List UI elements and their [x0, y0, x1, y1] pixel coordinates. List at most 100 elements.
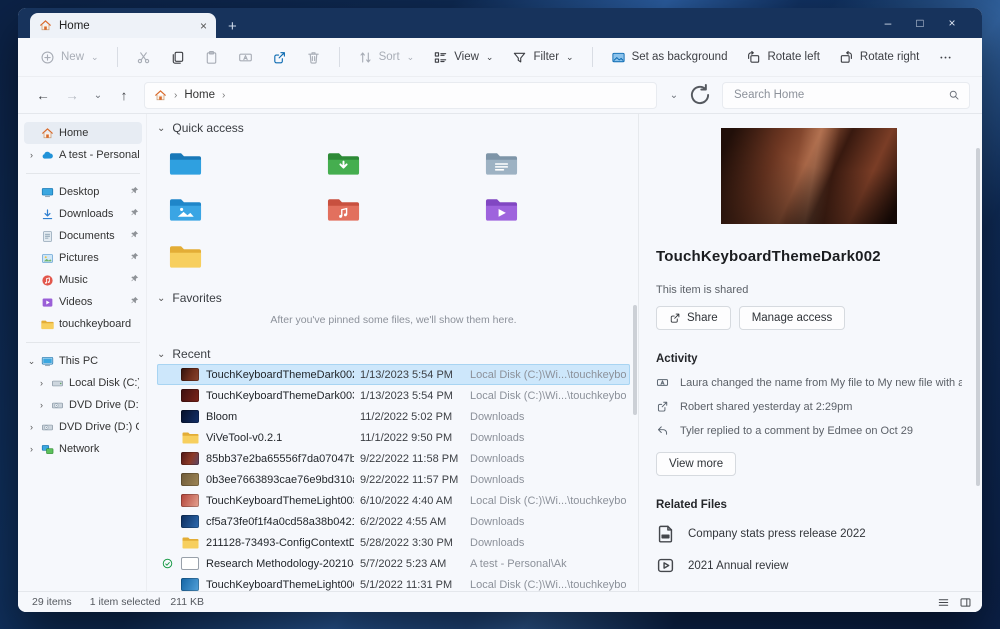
set-as-background-button[interactable]: Set as background — [603, 45, 736, 70]
sidebar-item-touchkeyboard[interactable]: touchkeyboard — [24, 313, 142, 335]
file-row[interactable]: 0b3ee7663893cae76e9bd310aee59b70d76cc476… — [157, 469, 630, 490]
file-row[interactable]: ViVeTool-v0.2.111/1/2022 9:50 PMDownload… — [157, 427, 630, 448]
sidebar-item-network[interactable]: ›Network — [24, 438, 142, 460]
file-thumbnail — [180, 557, 200, 570]
file-date: 9/22/2022 11:57 PM — [360, 474, 464, 486]
titlebar[interactable]: Home × + – □ × — [18, 8, 982, 38]
chevron-down-icon[interactable]: ⌄ — [27, 356, 36, 367]
maximize-button[interactable]: □ — [904, 16, 936, 30]
chevron-down-icon: ⌄ — [566, 52, 574, 63]
list-view-icon[interactable] — [937, 596, 950, 609]
file-name: cf5a73fe0f1f4a0cd58a38b04219a0167354f87f — [206, 516, 354, 528]
file-row[interactable]: TouchKeyboardThemeDark0031/13/2023 5:54 … — [157, 385, 630, 406]
quick-access-tile-desktop[interactable] — [169, 140, 327, 186]
home-icon — [41, 127, 54, 140]
view-button[interactable]: View⌄ — [425, 45, 501, 70]
sidebar-item-onedrive[interactable]: ›A test - Personal — [24, 144, 142, 166]
up-button[interactable]: ↑ — [111, 88, 137, 103]
filter-button[interactable]: Filter⌄ — [504, 45, 581, 70]
related-file-item[interactable]: 2021 Annual review — [656, 556, 962, 575]
file-row[interactable]: 211128-73493-ConfigContextData5/28/2022 … — [157, 532, 630, 553]
activity-item[interactable]: Laura changed the name from My file to M… — [656, 376, 962, 389]
chevron-right-icon[interactable]: › — [27, 422, 36, 432]
sort-button[interactable]: Sort⌄ — [350, 45, 423, 70]
sidebar-item-music[interactable]: Music — [24, 269, 142, 291]
sidebar-item-pictures[interactable]: Pictures — [24, 247, 142, 269]
tab-close-icon[interactable]: × — [200, 19, 207, 33]
forward-button[interactable]: → — [59, 88, 85, 103]
manage-access-button[interactable]: Manage access — [739, 306, 846, 330]
breadcrumb[interactable]: ›Home› — [144, 82, 657, 109]
file-row[interactable]: Bloom11/2/2022 5:02 PMDownloads — [157, 406, 630, 427]
search-box[interactable] — [722, 82, 970, 109]
sort-label: Sort — [379, 51, 400, 63]
sidebar-item-this-pc[interactable]: ⌄ This PC — [24, 350, 142, 372]
quick-access-tile-documents[interactable] — [485, 140, 638, 186]
recent-locations-button[interactable]: ⌄ — [88, 90, 108, 101]
new-button[interactable]: New⌄ — [32, 45, 107, 70]
file-row[interactable]: TouchKeyboardThemeLight0036/10/2022 4:40… — [157, 490, 630, 511]
file-row[interactable]: 85bb37e2ba65556f7da07047bab330e3534c80a2… — [157, 448, 630, 469]
rename-button[interactable] — [230, 45, 261, 70]
sidebar-item-dvd-drive-1[interactable]: ›DVD Drive (D:) CC — [24, 394, 142, 416]
selection-count: 1 item selected — [90, 596, 161, 608]
details-scrollbar[interactable] — [976, 148, 980, 486]
sidebar-item-dvd-drive-2[interactable]: ›DVD Drive (D:) CCC — [24, 416, 142, 438]
share-button[interactable]: Share — [656, 306, 731, 330]
activity-item[interactable]: Tyler replied to a comment by Edmee on O… — [656, 424, 962, 437]
chevron-right-icon[interactable]: › — [27, 150, 36, 160]
favorites-header[interactable]: ⌄ Favorites — [157, 288, 630, 308]
file-list-scrollbar[interactable] — [633, 305, 637, 415]
chevron-right-icon[interactable]: › — [37, 378, 46, 388]
activity-text: Laura changed the name from My file to M… — [680, 377, 962, 389]
tab-home[interactable]: Home × — [30, 13, 216, 38]
cut-button[interactable] — [128, 45, 159, 70]
new-tab-button[interactable]: + — [228, 19, 237, 34]
file-thumbnail — [180, 578, 200, 591]
file-thumbnail — [180, 515, 200, 528]
file-name: TouchKeyboardThemeLight003 — [206, 495, 354, 507]
sidebar-item-downloads[interactable]: Downloads — [24, 203, 142, 225]
back-button[interactable]: ← — [30, 88, 56, 103]
view-more-button[interactable]: View more — [656, 452, 736, 476]
quick-access-tile-music[interactable] — [327, 186, 485, 232]
chevron-right-icon[interactable]: › — [37, 400, 46, 410]
sidebar-item-local-disk-c[interactable]: ›Local Disk (C:) — [24, 372, 142, 394]
file-location: Downloads — [470, 516, 626, 528]
copy-button[interactable] — [162, 45, 193, 70]
downloads-icon — [41, 208, 54, 221]
related-file-item[interactable]: Company stats press release 2022 — [656, 524, 962, 543]
search-input[interactable] — [732, 88, 948, 102]
quick-access-tile-videos[interactable] — [485, 186, 638, 232]
sidebar-item-videos[interactable]: Videos — [24, 291, 142, 313]
delete-button[interactable] — [298, 45, 329, 70]
breadcrumb-segment[interactable]: Home — [184, 89, 215, 101]
chevron-right-icon[interactable]: › — [27, 444, 36, 454]
quick-access-tile-pictures[interactable] — [169, 186, 327, 232]
details-view-icon[interactable] — [959, 596, 972, 609]
desktop-wallpaper: Home × + – □ × New⌄Sort⌄View⌄Filter⌄Set … — [0, 0, 1000, 629]
close-button[interactable]: × — [936, 16, 968, 30]
recent-header[interactable]: ⌄ Recent — [157, 344, 630, 364]
address-dropdown-button[interactable]: ⌄ — [664, 90, 684, 101]
quick-access-tile-touchkeyboard[interactable] — [169, 232, 327, 280]
rotate-left-button[interactable]: Rotate left — [738, 45, 827, 70]
paste-button[interactable] — [196, 45, 227, 70]
more-options-button[interactable] — [930, 45, 961, 70]
minimize-button[interactable]: – — [872, 16, 904, 30]
file-row[interactable]: cf5a73fe0f1f4a0cd58a38b04219a0167354f87f… — [157, 511, 630, 532]
sidebar-item-home[interactable]: Home — [24, 122, 142, 144]
sidebar-item-desktop[interactable]: Desktop — [24, 181, 142, 203]
refresh-button[interactable] — [687, 82, 713, 108]
quick-access-tile-downloads[interactable] — [327, 140, 485, 186]
file-row[interactable]: Research Methodology-20210401_040256-Mee… — [157, 553, 630, 574]
sidebar-item-label: This PC — [59, 355, 139, 367]
quick-access-header[interactable]: ⌄ Quick access — [157, 116, 630, 140]
file-row[interactable]: TouchKeyboardThemeDark0021/13/2023 5:54 … — [157, 364, 630, 385]
file-row[interactable]: TouchKeyboardThemeLight0005/1/2022 11:31… — [157, 574, 630, 591]
sidebar-item-documents[interactable]: Documents — [24, 225, 142, 247]
share-button[interactable] — [264, 45, 295, 70]
breadcrumb-arrow-icon: › — [222, 90, 225, 101]
rotate-right-button[interactable]: Rotate right — [831, 45, 927, 70]
activity-item[interactable]: Robert shared yesterday at 2:29pm — [656, 400, 962, 413]
